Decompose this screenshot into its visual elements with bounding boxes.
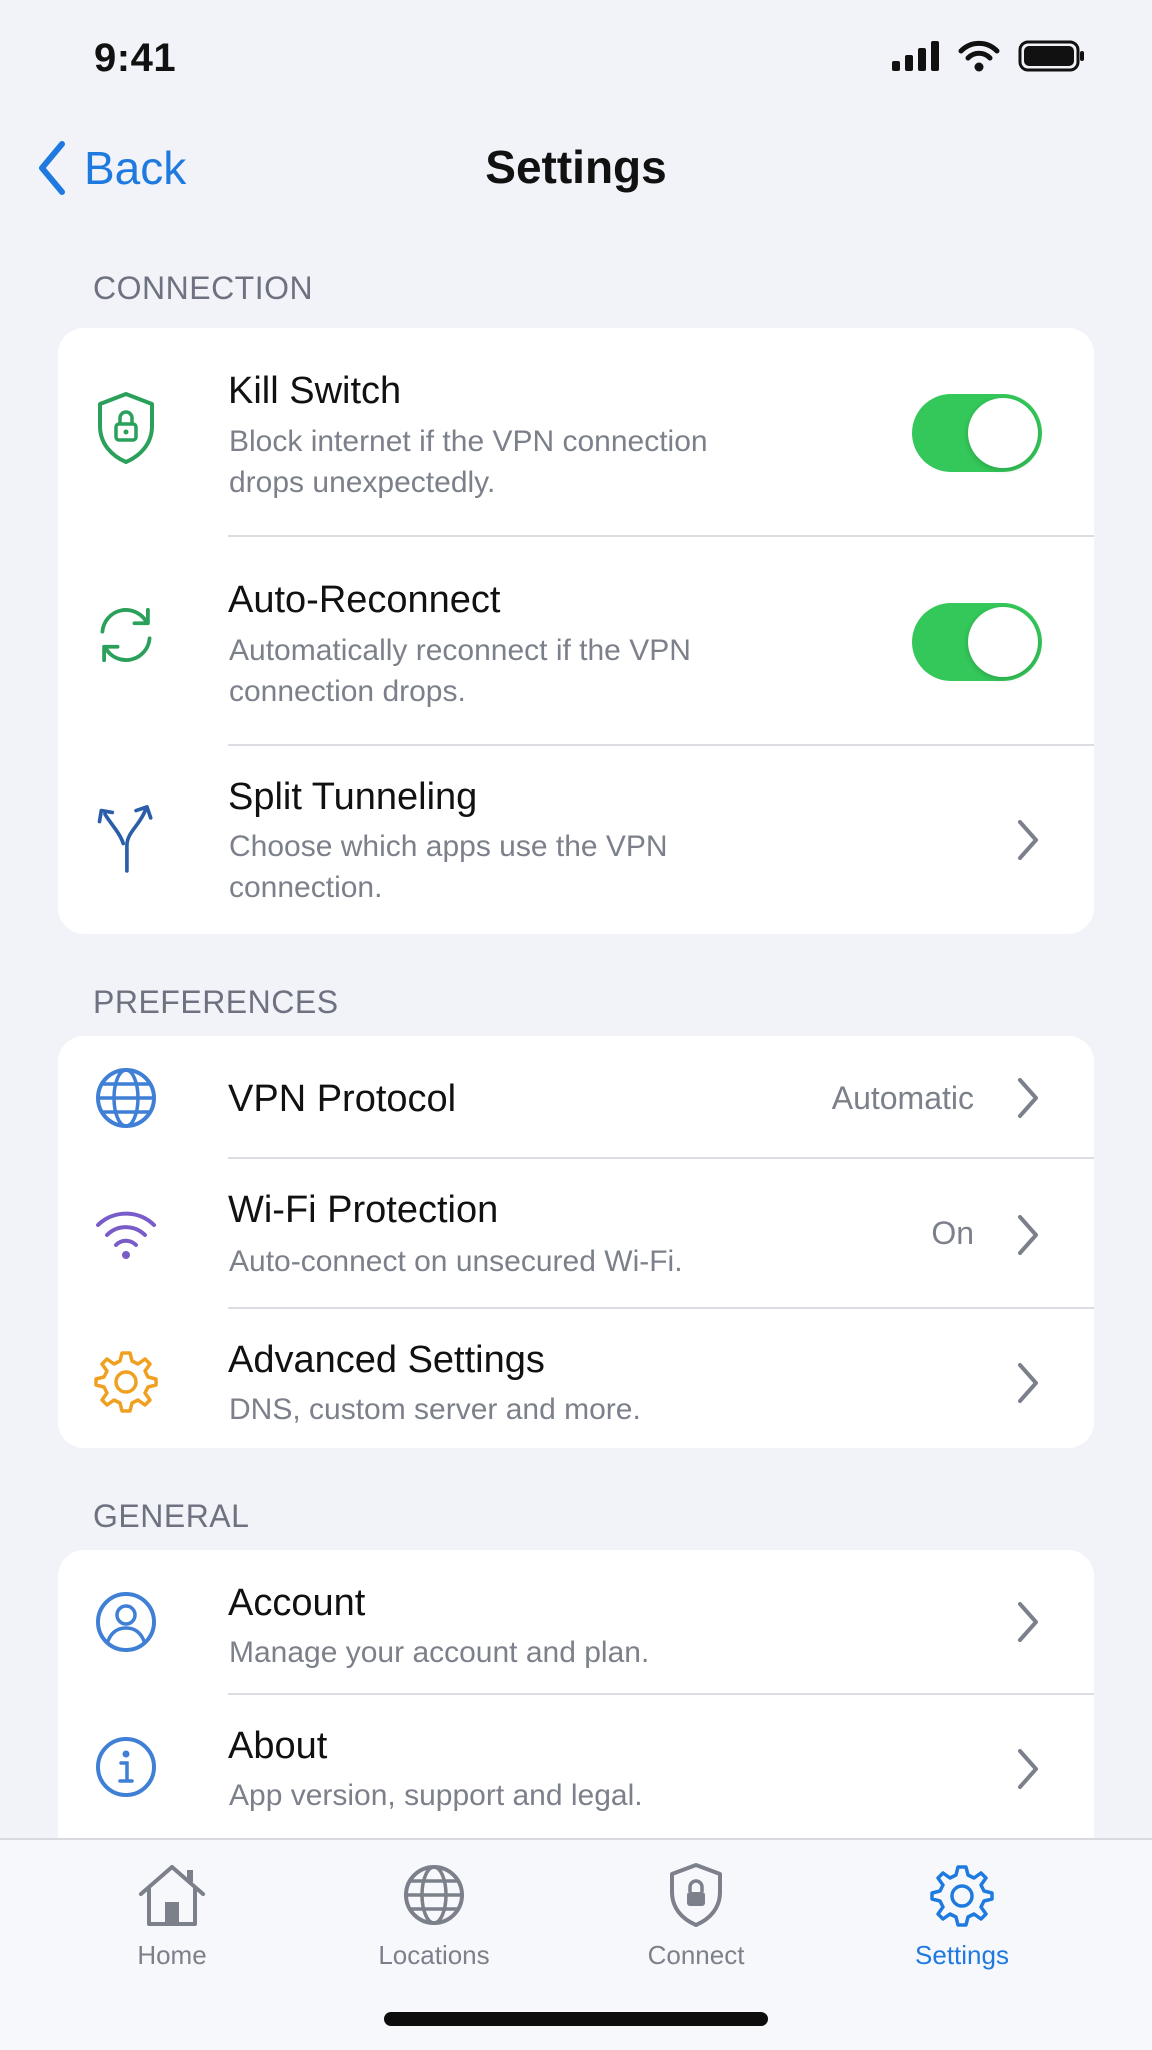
chevron-right-icon — [1018, 1215, 1038, 1255]
gear-icon — [94, 1349, 158, 1413]
auto-reconnect-row: Auto-Reconnect Automatically reconnect i… — [58, 537, 1094, 746]
auto-reconnect-subtitle: Automatically reconnect if the VPN conne… — [229, 634, 691, 708]
tab-locations-label: Locations — [378, 1940, 490, 1970]
wifi-protection-row[interactable]: Wi-Fi Protection Auto-connect on unsecur… — [58, 1159, 1094, 1309]
tab-locations[interactable]: Locations — [334, 1860, 534, 1971]
account-row[interactable]: Account Manage your account and plan. — [58, 1550, 1094, 1695]
chevron-right-icon — [1018, 1602, 1038, 1642]
account-title: Account — [228, 1582, 366, 1624]
advanced-settings-subtitle: DNS, custom server and more. — [229, 1393, 641, 1426]
home-indicator — [384, 2012, 768, 2026]
kill-switch-row: Kill Switch Block internet if the VPN co… — [58, 328, 1094, 537]
info-icon — [94, 1735, 158, 1799]
section-header-preferences: PREFERENCES — [93, 984, 339, 1020]
vpn-protocol-value: Automatic — [831, 1080, 974, 1116]
account-subtitle: Manage your account and plan. — [229, 1636, 650, 1669]
tab-home[interactable]: Home — [72, 1860, 272, 1971]
about-subtitle: App version, support and legal. — [229, 1779, 643, 1812]
wifi-protection-title: Wi-Fi Protection — [228, 1189, 499, 1231]
wifi-protection-subtitle: Auto-connect on unsecured Wi-Fi. — [229, 1245, 683, 1278]
back-label: Back — [84, 142, 187, 194]
about-row[interactable]: About App version, support and legal. — [58, 1695, 1094, 1838]
tab-connect-label: Connect — [647, 1940, 745, 1970]
section-header-connection: CONNECTION — [93, 270, 314, 306]
tab-settings[interactable]: Settings — [862, 1860, 1062, 1971]
chevron-right-icon — [1018, 820, 1038, 860]
wifi-icon — [94, 1201, 158, 1265]
advanced-settings-title: Advanced Settings — [228, 1339, 545, 1381]
wifi-status-icon — [958, 40, 1000, 72]
advanced-settings-row[interactable]: Advanced Settings DNS, custom server and… — [58, 1309, 1094, 1448]
preferences-card: VPN Protocol Automatic Wi-Fi Protection … — [58, 1036, 1094, 1448]
status-icons — [892, 40, 1086, 72]
chevron-right-icon — [1018, 1749, 1038, 1789]
split-tunneling-row[interactable]: Split Tunneling Choose which apps use th… — [58, 746, 1094, 934]
split-arrows-icon — [94, 805, 158, 873]
chevron-left-icon — [39, 141, 65, 195]
section-header-general: GENERAL — [93, 1498, 250, 1534]
back-button[interactable]: Back — [36, 140, 186, 196]
about-title: About — [228, 1725, 328, 1767]
split-tunneling-title: Split Tunneling — [228, 776, 478, 818]
split-tunneling-subtitle: Choose which apps use the VPN connection… — [229, 830, 668, 904]
auto-reconnect-title: Auto-Reconnect — [228, 579, 501, 621]
refresh-icon — [94, 603, 158, 667]
kill-switch-title: Kill Switch — [228, 370, 402, 412]
battery-icon — [1018, 40, 1084, 72]
shield-lock-icon — [596, 1860, 796, 1930]
globe-icon — [334, 1860, 534, 1930]
chevron-right-icon — [1018, 1078, 1038, 1118]
status-time: 9:41 — [94, 36, 177, 80]
tab-connect[interactable]: Connect — [596, 1860, 796, 1971]
chevron-right-icon — [1018, 1363, 1038, 1403]
connection-card: Kill Switch Block internet if the VPN co… — [58, 328, 1094, 934]
person-icon — [94, 1590, 158, 1654]
vpn-protocol-row[interactable]: VPN Protocol Automatic — [58, 1036, 1094, 1159]
globe-icon — [94, 1066, 158, 1130]
gear-icon — [862, 1860, 1062, 1930]
toggle-knob — [968, 398, 1038, 468]
auto-reconnect-toggle[interactable] — [912, 603, 1042, 681]
tab-settings-label: Settings — [915, 1940, 1009, 1970]
kill-switch-subtitle: Block internet if the VPN connection dro… — [229, 425, 708, 499]
tab-home-label: Home — [137, 1940, 207, 1970]
kill-switch-toggle[interactable] — [912, 394, 1042, 472]
wifi-protection-value: On — [931, 1215, 974, 1251]
toggle-knob — [968, 607, 1038, 677]
general-card: Account Manage your account and plan. Ab… — [58, 1550, 1094, 1838]
signal-icon — [892, 41, 939, 71]
vpn-protocol-title: VPN Protocol — [228, 1078, 457, 1120]
shield-lock-icon — [94, 392, 158, 464]
house-icon — [72, 1860, 272, 1930]
